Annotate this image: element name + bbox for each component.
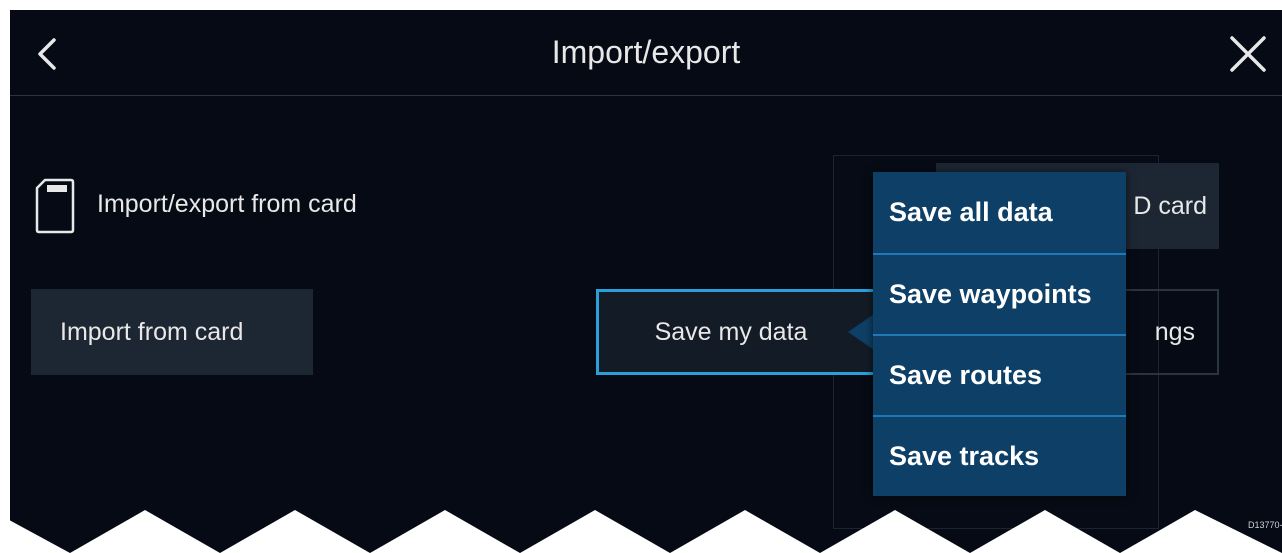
- menu-item-save-routes[interactable]: Save routes: [873, 334, 1126, 415]
- back-button[interactable]: [28, 32, 72, 76]
- close-button[interactable]: [1226, 32, 1270, 76]
- chevron-left-icon: [38, 38, 56, 70]
- card-section-label: Import/export from card: [97, 190, 357, 218]
- menu-item-save-waypoints[interactable]: Save waypoints: [873, 253, 1126, 334]
- page-title: Import/export: [551, 34, 741, 70]
- figure-reference-code: D13770-: [1248, 520, 1282, 530]
- menu-item-save-all-data[interactable]: Save all data: [873, 172, 1126, 253]
- header-bar: Import/export: [10, 10, 1282, 96]
- close-icon: [1230, 36, 1266, 72]
- save-my-data-button[interactable]: Save my data: [596, 289, 876, 375]
- import-from-card-button[interactable]: Import from card: [31, 289, 313, 375]
- popup-pointer: [848, 314, 874, 350]
- menu-item-save-tracks[interactable]: Save tracks: [873, 415, 1126, 496]
- app-screen: Import/export Import/export from card Im…: [10, 10, 1282, 553]
- sd-card-icon: [35, 178, 75, 234]
- save-options-menu: Save all data Save waypoints Save routes…: [873, 172, 1126, 496]
